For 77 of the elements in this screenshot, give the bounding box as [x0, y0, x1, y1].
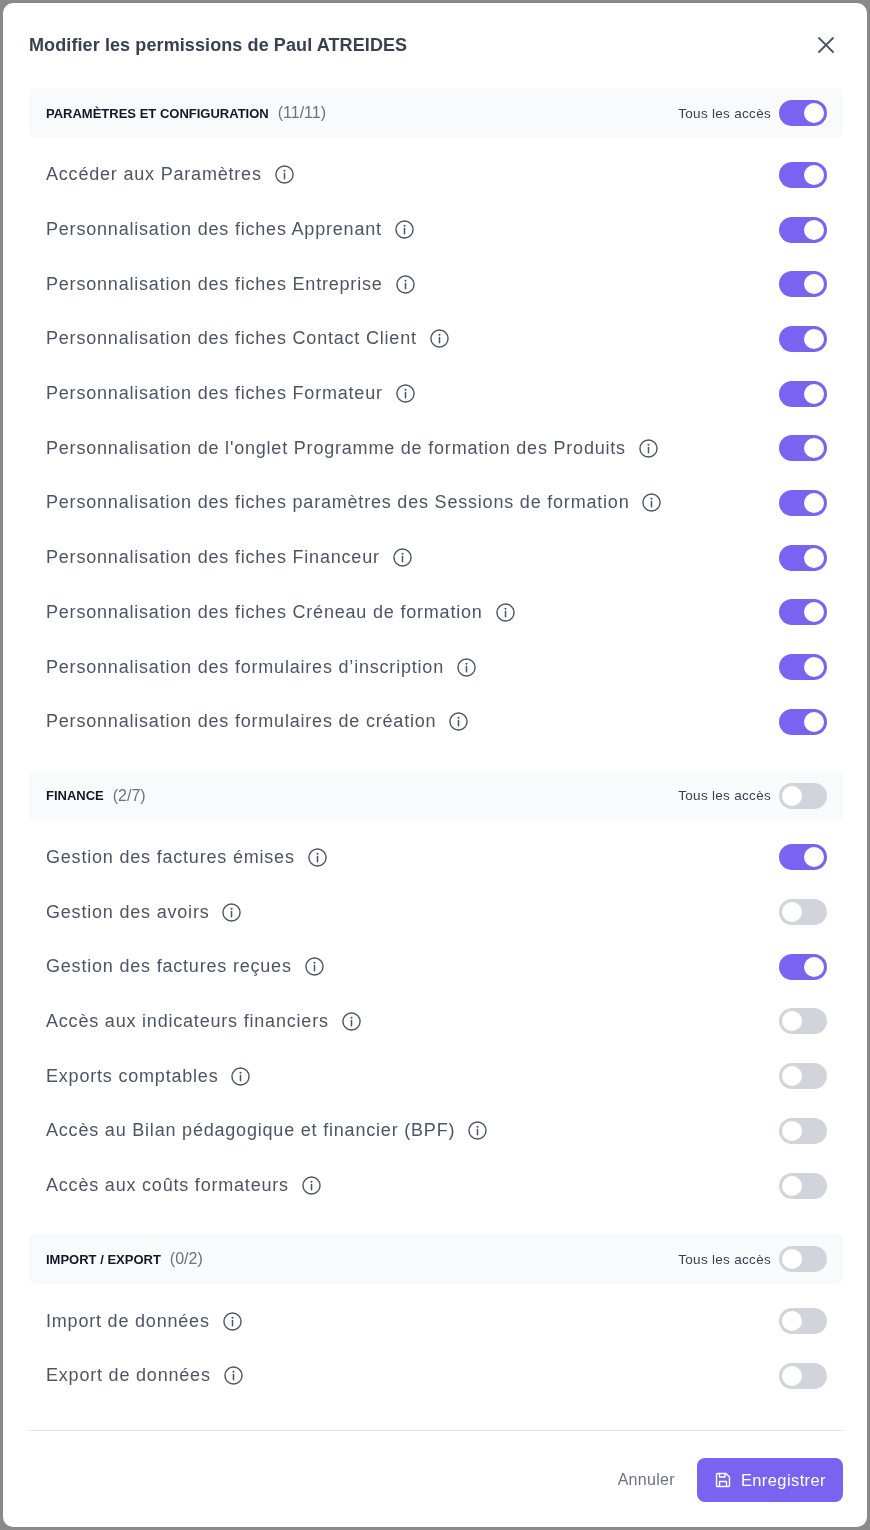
permission-toggle[interactable] [779, 1063, 827, 1090]
close-icon [818, 37, 834, 53]
info-icon[interactable] [642, 493, 662, 513]
permission-label: Gestion des avoirs [46, 901, 210, 923]
section-count: (11/11) [277, 104, 326, 122]
cancel-button[interactable]: Annuler [617, 1471, 675, 1490]
info-icon[interactable] [307, 847, 327, 867]
permission-label: Personnalisation des fiches paramètres des Sessions de formation [46, 492, 630, 514]
info-icon[interactable] [231, 1066, 251, 1086]
permission-toggle[interactable] [779, 161, 827, 188]
permission-toggle[interactable] [779, 599, 827, 626]
permission-toggle[interactable] [779, 271, 827, 298]
permission-label: Accéder aux Paramètres [46, 164, 262, 186]
permission-toggle[interactable] [779, 1362, 827, 1389]
permission-label: Personnalisation des fiches Financeur [46, 547, 380, 569]
info-icon[interactable] [222, 1311, 242, 1331]
all-access-label: Tous les accès [678, 788, 771, 804]
permission-toggle[interactable] [779, 844, 827, 871]
info-icon[interactable] [638, 438, 658, 458]
info-icon[interactable] [222, 902, 242, 922]
permission-label: Accès au Bilan pédagogique et financier (BPF) [46, 1120, 456, 1142]
section-count: (0/2) [169, 1250, 203, 1269]
dialog-title: Modifier les permissions de Paul ATREIDES [29, 34, 408, 57]
permission-toggle[interactable] [779, 708, 827, 735]
permission-label: Personnalisation des fiches Contact Client [46, 328, 417, 350]
save-button[interactable]: Enregistrer [696, 1458, 843, 1503]
permission-toggle[interactable] [779, 654, 827, 681]
permission-label: Accès aux indicateurs financiers [46, 1010, 329, 1032]
permission-toggle[interactable] [779, 544, 827, 571]
permission-label: Personnalisation des fiches Formateur [46, 383, 383, 405]
permission-toggle[interactable] [779, 1008, 827, 1035]
permission-label: Personnalisation des formulaires d’inscription [46, 656, 444, 678]
permission-toggle[interactable] [779, 489, 827, 516]
all-access-toggle[interactable] [779, 100, 827, 126]
info-icon[interactable] [341, 1011, 361, 1031]
info-icon[interactable] [457, 657, 476, 677]
info-icon[interactable] [495, 602, 515, 622]
info-icon[interactable] [392, 548, 412, 568]
close-button[interactable] [818, 37, 834, 53]
section-title: FINANCE [46, 788, 104, 804]
permission-label: Import de données [46, 1310, 210, 1332]
info-icon[interactable] [468, 1121, 488, 1141]
permission-label: Export de données [46, 1365, 211, 1387]
permission-label: Exports comptables [46, 1065, 219, 1087]
info-icon[interactable] [274, 165, 294, 185]
permission-toggle[interactable] [779, 1308, 827, 1335]
section-count: (2/7) [112, 786, 146, 805]
info-icon[interactable] [429, 329, 449, 349]
info-icon[interactable] [395, 384, 415, 404]
info-icon[interactable] [449, 712, 469, 732]
info-icon[interactable] [223, 1366, 243, 1386]
permission-label: Gestion des factures reçues [46, 956, 292, 978]
section-title: IMPORT / EXPORT [46, 1251, 161, 1267]
permission-toggle[interactable] [779, 953, 827, 980]
permission-toggle[interactable] [779, 325, 827, 352]
permission-toggle[interactable] [779, 1172, 827, 1199]
permission-label: Personnalisation des fiches Apprenant [46, 219, 382, 241]
permission-label: Personnalisation des formulaires de création [46, 711, 437, 733]
permission-toggle[interactable] [779, 216, 827, 243]
section-title: PARAMÈTRES ET CONFIGURATION [46, 105, 269, 121]
info-icon[interactable] [395, 274, 415, 294]
permission-label: Personnalisation de l'onglet Programme de formation des Produits [46, 437, 626, 459]
permission-toggle[interactable] [779, 1117, 827, 1144]
permission-label: Personnalisation des fiches Créneau de formation [46, 601, 483, 623]
permission-label: Gestion des factures émises [46, 846, 295, 868]
all-access-label: Tous les accès [678, 1251, 771, 1267]
info-icon[interactable] [304, 957, 324, 977]
permission-label: Personnalisation des fiches Entreprise [46, 273, 383, 295]
permission-label: Accès aux coûts formateurs [46, 1175, 289, 1197]
all-access-toggle[interactable] [779, 782, 827, 809]
all-access-label: Tous les accès [678, 105, 771, 121]
permission-toggle[interactable] [779, 435, 827, 462]
info-icon[interactable] [301, 1176, 321, 1196]
permission-toggle[interactable] [779, 380, 827, 407]
permission-toggle[interactable] [779, 899, 827, 926]
info-icon[interactable] [394, 220, 414, 240]
all-access-toggle[interactable] [779, 1246, 827, 1273]
